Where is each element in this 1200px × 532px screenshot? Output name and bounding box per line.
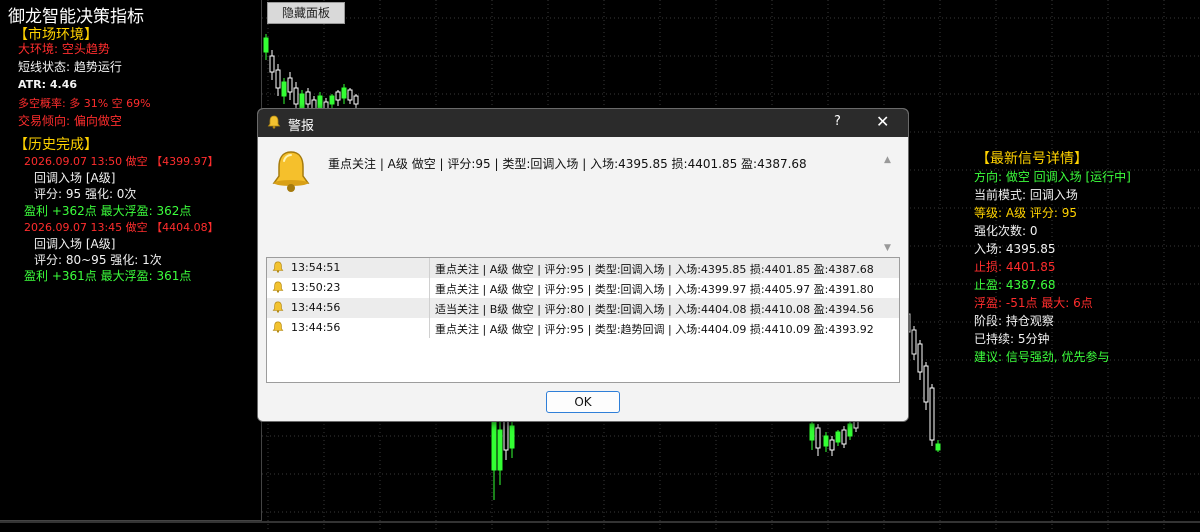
bell-icon bbox=[272, 281, 284, 296]
candle-body bbox=[269, 55, 275, 73]
hide-panel-button[interactable]: 隐藏面板 bbox=[267, 2, 345, 24]
candle-body bbox=[815, 427, 821, 449]
scroll-down-icon[interactable]: ▼ bbox=[884, 243, 891, 253]
candle-body bbox=[923, 365, 929, 403]
list-item-text: 重点关注 | A级 做空 | 评分:95 | 类型:回调入场 | 入场:4399… bbox=[435, 283, 874, 296]
candle-body bbox=[263, 37, 269, 53]
dialog-titlebar[interactable]: 警报 ? ✕ bbox=[258, 109, 908, 137]
list-item[interactable]: 13:44:56 重点关注 | A级 做空 | 评分:95 | 类型:趋势回调 … bbox=[267, 318, 899, 338]
candle-body bbox=[317, 95, 323, 109]
signal-direction: 方向: 做空 回调入场 [运行中] bbox=[974, 170, 1131, 184]
alert-message: 重点关注 | A级 做空 | 评分:95 | 类型:回调入场 | 入场:4395… bbox=[328, 157, 807, 171]
candle-body bbox=[829, 439, 835, 451]
alert-dialog: 警报 ? ✕ 重点关注 | A级 做空 | 评分:95 | 类型:回调入场 | … bbox=[257, 108, 909, 422]
record-2-head: 2026.09.07 13:45 做空 【4404.08】 bbox=[24, 221, 219, 234]
list-item[interactable]: 13:54:51 重点关注 | A级 做空 | 评分:95 | 类型:回调入场 … bbox=[267, 258, 899, 278]
history-header: 【历史完成】 bbox=[14, 137, 98, 153]
record-2-score: 评分: 80~95 强化: 1次 bbox=[34, 253, 162, 267]
bell-icon bbox=[272, 301, 284, 316]
candle-body bbox=[841, 429, 847, 445]
record-2-type: 回调入场 [A级] bbox=[34, 237, 116, 251]
big-environment: 大环境: 空头趋势 bbox=[18, 42, 110, 56]
dialog-title: 警报 bbox=[288, 119, 315, 134]
signal-header: 【最新信号详情】 bbox=[976, 151, 1088, 167]
indicator-panel: 御龙智能决策指标 【市场环境】 大环境: 空头趋势 短线状态: 趋势运行 ATR… bbox=[0, 0, 262, 521]
close-button[interactable]: ✕ bbox=[876, 112, 889, 131]
signal-floating: 浮盈: -51点 最大: 6点 bbox=[974, 296, 1093, 310]
record-2-profit: 盈利 +361点 最大浮盈: 361点 bbox=[24, 269, 192, 283]
bell-icon bbox=[272, 261, 284, 276]
alert-history-list[interactable]: 13:54:51 重点关注 | A级 做空 | 评分:95 | 类型:回调入场 … bbox=[266, 257, 900, 383]
signal-reinforce: 强化次数: 0 bbox=[974, 224, 1038, 238]
candle-body bbox=[809, 423, 815, 441]
signal-stage: 阶段: 持仓观察 bbox=[974, 314, 1054, 328]
alert-bell-icon bbox=[270, 149, 312, 197]
candle-body bbox=[305, 91, 311, 105]
candle-body bbox=[497, 429, 503, 471]
signal-mode: 当前模式: 回调入场 bbox=[974, 188, 1078, 202]
scroll-up-icon[interactable]: ▲ bbox=[884, 155, 891, 165]
record-1-type: 回调入场 [A级] bbox=[34, 171, 116, 185]
candle-body bbox=[509, 425, 515, 449]
candle-body bbox=[275, 69, 281, 89]
candle-body bbox=[847, 423, 853, 437]
help-button[interactable]: ? bbox=[834, 114, 841, 129]
list-item-text: 重点关注 | A级 做空 | 评分:95 | 类型:回调入场 | 入场:4395… bbox=[435, 263, 874, 276]
signal-duration: 已持续: 5分钟 bbox=[974, 332, 1050, 346]
list-item[interactable]: 13:44:56 适当关注 | B级 做空 | 评分:80 | 类型:回调入场 … bbox=[267, 298, 899, 318]
candle-body bbox=[929, 387, 935, 441]
record-1-score: 评分: 95 强化: 0次 bbox=[34, 187, 137, 201]
candle-body bbox=[281, 81, 287, 97]
candle-body bbox=[341, 87, 347, 99]
candle-body bbox=[911, 329, 917, 355]
trading-terminal: 御龙智能决策指标 【市场环境】 大环境: 空头趋势 短线状态: 趋势运行 ATR… bbox=[0, 0, 1200, 532]
candle-body bbox=[917, 343, 923, 373]
list-item-text: 重点关注 | A级 做空 | 评分:95 | 类型:趋势回调 | 入场:4404… bbox=[435, 323, 874, 336]
trade-tendency: 交易倾向: 偏向做空 bbox=[18, 114, 122, 128]
list-item-time: 13:54:51 bbox=[291, 261, 341, 274]
candle-body bbox=[353, 95, 359, 105]
dialog-body: 重点关注 | A级 做空 | 评分:95 | 类型:回调入场 | 入场:4395… bbox=[258, 137, 908, 421]
candle-body bbox=[329, 95, 335, 105]
signal-entry: 入场: 4395.85 bbox=[974, 242, 1056, 256]
short-state: 短线状态: 趋势运行 bbox=[18, 60, 122, 74]
candle-body bbox=[287, 77, 293, 93]
signal-stop-loss: 止损: 4401.85 bbox=[974, 260, 1056, 274]
signal-detail-panel: 【最新信号详情】 方向: 做空 回调入场 [运行中] 当前模式: 回调入场 等级… bbox=[970, 148, 1190, 368]
record-1-profit: 盈利 +362点 最大浮盈: 362点 bbox=[24, 204, 192, 218]
list-item-time: 13:50:23 bbox=[291, 281, 341, 294]
candle-body bbox=[935, 443, 941, 451]
signal-take-profit: 止盈: 4387.68 bbox=[974, 278, 1056, 292]
signal-grade: 等级: A级 评分: 95 bbox=[974, 206, 1078, 220]
long-short-probability: 多空概率: 多 31% 空 69% bbox=[18, 97, 151, 110]
candle-body bbox=[293, 87, 299, 105]
signal-advice: 建议: 信号强劲, 优先参与 bbox=[974, 350, 1110, 364]
candle-body bbox=[335, 91, 341, 101]
message-scrollbar[interactable]: ▲ ▼ bbox=[884, 155, 896, 257]
list-item-text: 适当关注 | B级 做空 | 评分:80 | 类型:回调入场 | 入场:4404… bbox=[435, 303, 874, 316]
atr-value: ATR: 4.46 bbox=[18, 78, 78, 91]
record-1-head: 2026.09.07 13:50 做空 【4399.97】 bbox=[24, 155, 219, 168]
candle-body bbox=[347, 89, 353, 101]
ok-button[interactable]: OK bbox=[546, 391, 620, 413]
list-item-time: 13:44:56 bbox=[291, 301, 341, 314]
candle-body bbox=[823, 435, 829, 447]
bell-icon bbox=[267, 115, 281, 133]
bell-icon bbox=[272, 321, 284, 336]
list-item[interactable]: 13:50:23 重点关注 | A级 做空 | 评分:95 | 类型:回调入场 … bbox=[267, 278, 899, 298]
candle-body bbox=[835, 431, 841, 443]
list-item-time: 13:44:56 bbox=[291, 321, 341, 334]
